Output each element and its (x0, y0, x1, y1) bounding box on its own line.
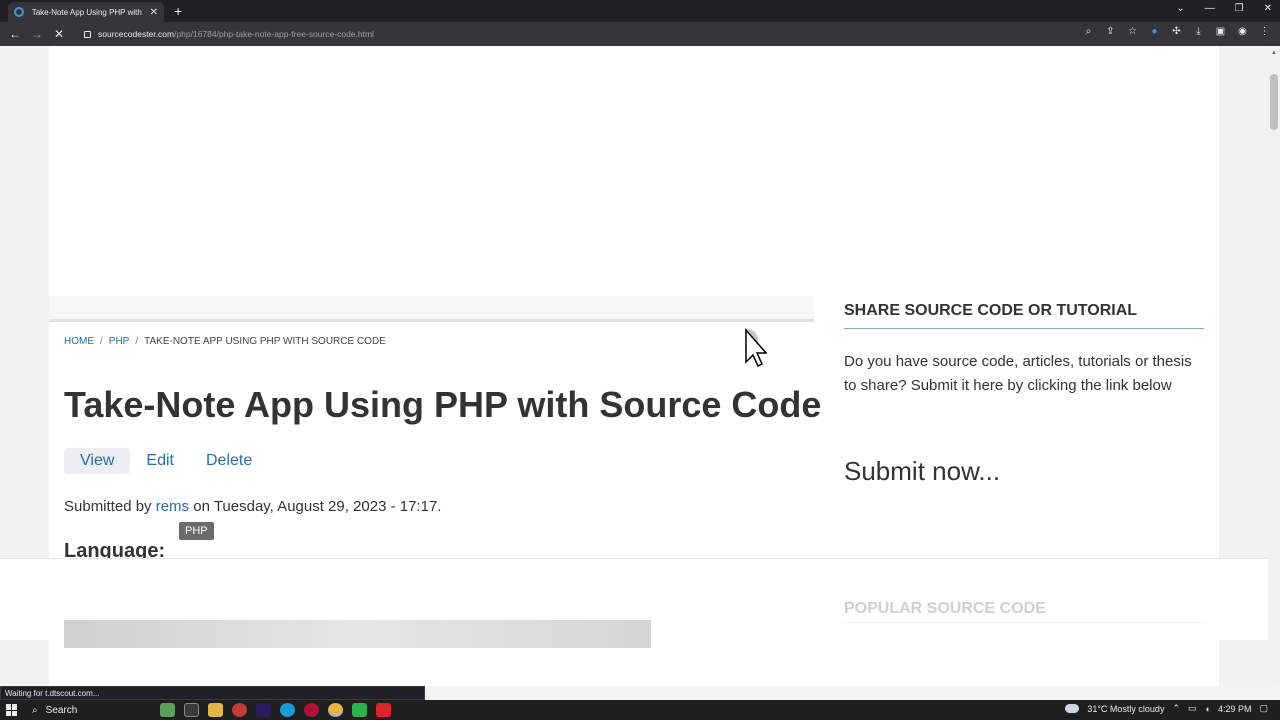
tray-overflow-icon[interactable]: ⌃ (1172, 703, 1180, 714)
zoom-icon[interactable]: ⌕ (1083, 26, 1094, 37)
author-link[interactable]: rems (156, 498, 189, 515)
extension-badge-icon[interactable]: ● (1149, 26, 1160, 37)
submitted-date: on Tuesday, August 29, 2023 - 17:17. (193, 498, 442, 515)
sidebar-heading-share: SHARE SOURCE CODE OR TUTORIAL (844, 302, 1204, 329)
scrollbar-thumb[interactable] (1270, 74, 1278, 130)
tab-edit[interactable]: Edit (130, 448, 190, 474)
url-host: sourcecodester.com (98, 29, 175, 39)
premiere-icon[interactable] (256, 703, 271, 717)
weather-cloud-icon (1065, 704, 1080, 713)
system-tray: 31°C Mostly cloudy ⌃ ▭ ◖ 4:29 PM ▢ (1065, 703, 1268, 714)
browser-status-bar: Waiting for t.dtscout.com... (0, 686, 425, 700)
taskbar-search[interactable]: ⌕ Search (26, 702, 154, 718)
task-view-icon[interactable] (184, 703, 199, 717)
tab-delete[interactable]: Delete (190, 448, 268, 474)
new-tab-button[interactable]: + (174, 3, 182, 19)
window-controls: ⌄ — ❐ ✕ (1176, 3, 1272, 14)
restore-icon[interactable]: ❐ (1235, 3, 1244, 14)
back-icon[interactable]: ← (4, 27, 26, 41)
game-app-icon[interactable] (160, 703, 175, 717)
toolbar-icons: ⌕ ⇪ ☆ ● ✣ ⤓ ▣ ◉ ⋮ (1083, 26, 1270, 37)
scroll-up-arrow-icon[interactable]: ▲ (1271, 50, 1277, 56)
taskbar-apps (160, 703, 391, 717)
article-screenshot-image (64, 620, 651, 648)
share-icon[interactable]: ⇪ (1105, 26, 1116, 37)
breadcrumb-current: TAKE-NOTE APP USING PHP WITH SOURCE CODE (144, 336, 386, 347)
node-tabs: View Edit Delete (64, 448, 268, 474)
search-icon: ⌕ (32, 704, 38, 716)
green-app-icon[interactable] (352, 703, 367, 717)
stop-loading-icon[interactable]: ✕ (48, 27, 70, 41)
taskbar-search-label: Search (45, 704, 78, 716)
forward-icon[interactable]: → (26, 27, 48, 41)
file-explorer-icon[interactable] (208, 703, 223, 717)
chrome-icon[interactable] (328, 703, 343, 717)
weather-text[interactable]: 31°C Mostly cloudy (1087, 704, 1164, 714)
submitted-prefix: Submitted by (64, 498, 152, 515)
sidebar-heading-popular: POPULAR SOURCE CODE (844, 600, 1204, 623)
tab-view[interactable]: View (64, 448, 131, 474)
submitted-info: Submitted by rems on Tuesday, August 29,… (64, 498, 441, 515)
download-icon[interactable]: ⤓ (1193, 26, 1204, 37)
time-text[interactable]: 4:29 PM (1218, 704, 1252, 714)
ad-banner-strip (49, 296, 814, 322)
lock-icon (84, 30, 91, 38)
breadcrumb-separator: / (100, 336, 103, 347)
browser-tab-bar: Take-Note App Using PHP with S ✕ + ⌄ — ❐… (0, 0, 1280, 22)
windows-start-icon[interactable] (6, 704, 18, 716)
bookmark-star-icon[interactable]: ☆ (1127, 26, 1138, 37)
red-editor-icon[interactable] (376, 703, 391, 717)
opera-icon[interactable] (304, 703, 319, 717)
site-favicon-icon (14, 7, 24, 17)
side-panel-icon[interactable]: ▣ (1215, 26, 1226, 37)
tab-search-icon[interactable]: ⌄ (1176, 3, 1184, 14)
breadcrumb-separator: / (135, 336, 139, 347)
tab-title: Take-Note App Using PHP with S (31, 7, 144, 17)
breadcrumb-home[interactable]: HOME (64, 336, 94, 347)
extensions-puzzle-icon[interactable]: ✣ (1171, 26, 1182, 37)
breadcrumb: HOME / PHP / TAKE-NOTE APP USING PHP WIT… (64, 336, 386, 347)
browser-tab[interactable]: Take-Note App Using PHP with S ✕ (8, 2, 164, 22)
tab-close-icon[interactable]: ✕ (150, 7, 158, 18)
close-window-icon[interactable]: ✕ (1264, 3, 1272, 14)
red-app-icon[interactable] (232, 703, 247, 717)
menu-kebab-icon[interactable]: ⋮ (1259, 26, 1270, 37)
php-tooltip: PHP (179, 522, 214, 540)
sidebar-share-text: Do you have source code, articles, tutor… (844, 353, 1192, 394)
url-path: /php/16784/php-take-note-app-free-source… (174, 29, 374, 39)
page-title: Take-Note App Using PHP with Source Code (64, 384, 822, 425)
speaker-icon[interactable]: ◖ (1205, 704, 1210, 714)
notification-icon[interactable]: ▢ (1259, 703, 1268, 714)
mouse-cursor-icon (745, 328, 767, 368)
breadcrumb-php[interactable]: PHP (109, 336, 130, 347)
network-icon[interactable]: ▭ (1188, 703, 1197, 714)
edge-icon[interactable] (280, 703, 295, 717)
browser-toolbar: ← → ✕ sourcecodester.com /php/16784/php-… (0, 22, 1280, 46)
profile-avatar-icon[interactable]: ◉ (1237, 26, 1248, 37)
os-taskbar: ⌕ Search 31°C Mostly cloudy ⌃ ▭ ◖ 4:29 P… (0, 700, 1280, 720)
submit-now-link[interactable]: Submit now... (844, 456, 1000, 487)
minimize-icon[interactable]: — (1205, 3, 1215, 14)
page-scrollbar[interactable] (1268, 46, 1280, 686)
